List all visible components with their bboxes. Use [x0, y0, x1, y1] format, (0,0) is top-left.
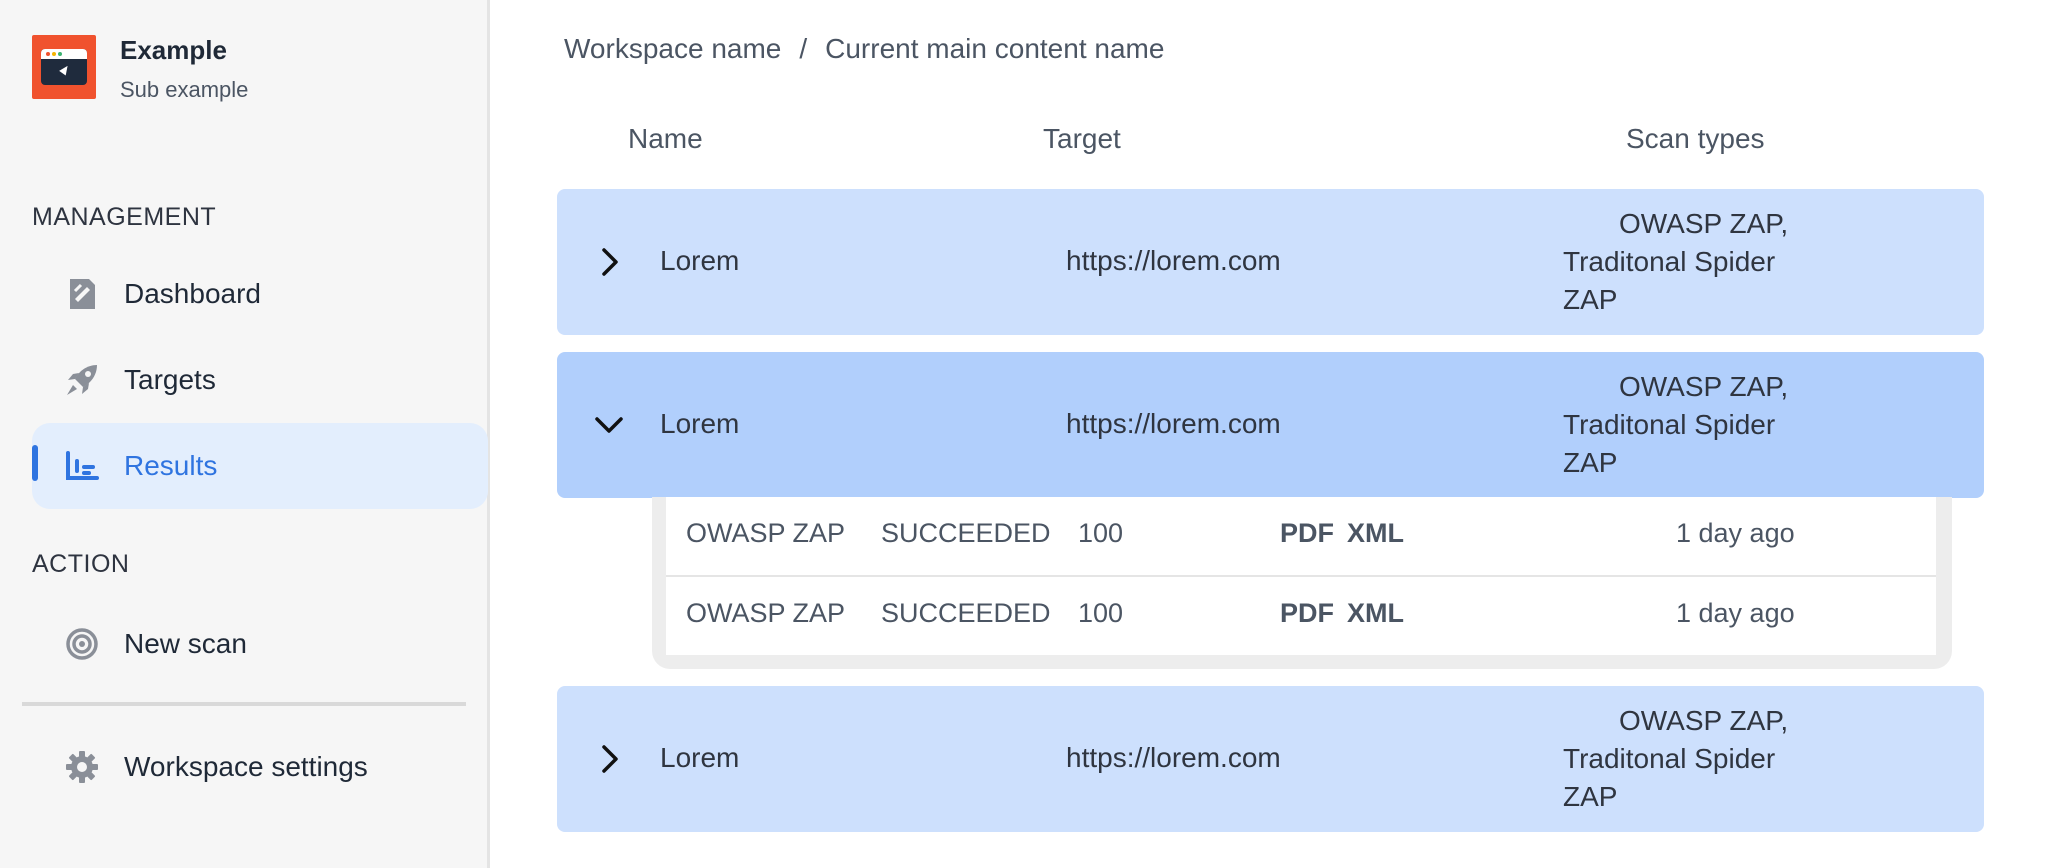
dashboard-icon [62, 274, 102, 314]
scan-result-row[interactable]: OWASP ZAP SUCCEEDED 100 PDF XML 1 day ag… [666, 575, 1936, 653]
download-pdf-link[interactable]: PDF [1280, 518, 1334, 549]
scan-result-score: 100 [1078, 518, 1124, 548]
sidebar-item-label: Targets [124, 364, 216, 395]
breadcrumb-current: Current main content name [825, 33, 1165, 64]
column-header-target: Target [1043, 123, 1121, 154]
app-logo-icon [32, 35, 96, 99]
row-name: Lorem [660, 742, 740, 773]
section-label-management: MANAGEMENT [32, 203, 217, 231]
active-indicator [32, 445, 38, 481]
sidebar-item-label: Results [124, 450, 218, 481]
gear-icon [62, 747, 102, 787]
row-target: https://lorem.com [1066, 742, 1281, 773]
sidebar-item-label: Dashboard [124, 278, 261, 309]
row-scan-types: OWASP ZAP, Traditonal Spider ZAP [1563, 371, 1789, 478]
chevron-right-icon[interactable] [591, 739, 631, 779]
brand-subtitle: Sub example [120, 77, 249, 102]
scan-result-score: 100 [1078, 598, 1124, 628]
row-scan-types: OWASP ZAP, Traditonal Spider ZAP [1563, 705, 1789, 812]
scan-result-time: 1 day ago [1676, 598, 1795, 628]
sidebar: Example Sub example MANAGEMENT Dashboard… [0, 0, 490, 868]
download-xml-link[interactable]: XML [1347, 598, 1404, 629]
scan-result-row[interactable]: OWASP ZAP SUCCEEDED 100 PDF XML 1 day ag… [666, 497, 1936, 575]
brand[interactable]: Example Sub example [32, 35, 248, 105]
breadcrumb: Workspace name / Current main content na… [564, 33, 1164, 65]
row-name: Lorem [660, 408, 740, 439]
chevron-right-icon[interactable] [591, 242, 631, 282]
scan-result-status: SUCCEEDED [881, 598, 1051, 628]
section-label-action: ACTION [32, 550, 130, 578]
scan-result-scanner: OWASP ZAP [686, 598, 846, 628]
download-xml-link[interactable]: XML [1347, 518, 1404, 549]
brand-title: Example [120, 35, 227, 65]
rocket-icon [62, 360, 102, 400]
sidebar-item-results[interactable]: Results [32, 423, 488, 509]
column-header-scan-types: Scan types [1626, 123, 1765, 154]
scan-result-time: 1 day ago [1676, 518, 1795, 548]
scan-result-scanner: OWASP ZAP [686, 518, 846, 548]
row-target: https://lorem.com [1066, 245, 1281, 276]
sidebar-item-new-scan[interactable]: New scan [32, 601, 488, 687]
scan-result-status: SUCCEEDED [881, 518, 1051, 548]
sidebar-item-targets[interactable]: Targets [32, 337, 488, 423]
chevron-down-icon[interactable] [591, 405, 631, 445]
row-target: https://lorem.com [1066, 408, 1281, 439]
table-row[interactable]: Lorem https://lorem.com OWASP ZAP, Tradi… [557, 189, 1984, 335]
row-scan-types: OWASP ZAP, Traditonal Spider ZAP [1563, 208, 1789, 315]
table-row-expanded[interactable]: Lorem https://lorem.com OWASP ZAP, Tradi… [557, 352, 1984, 498]
sidebar-item-label: Workspace settings [124, 751, 368, 782]
target-icon [62, 624, 102, 664]
sidebar-item-workspace-settings[interactable]: Workspace settings [32, 724, 488, 810]
sidebar-item-dashboard[interactable]: Dashboard [32, 251, 488, 337]
bar-chart-icon [62, 446, 102, 486]
download-pdf-link[interactable]: PDF [1280, 598, 1334, 629]
column-header-name: Name [628, 123, 703, 154]
sidebar-divider [22, 702, 466, 706]
row-name: Lorem [660, 245, 740, 276]
breadcrumb-workspace[interactable]: Workspace name [564, 33, 781, 65]
scan-results-panel: OWASP ZAP SUCCEEDED 100 PDF XML 1 day ag… [652, 497, 1952, 669]
table-row[interactable]: Lorem https://lorem.com OWASP ZAP, Tradi… [557, 686, 1984, 832]
breadcrumb-separator: / [799, 33, 808, 64]
sidebar-item-label: New scan [124, 628, 247, 659]
